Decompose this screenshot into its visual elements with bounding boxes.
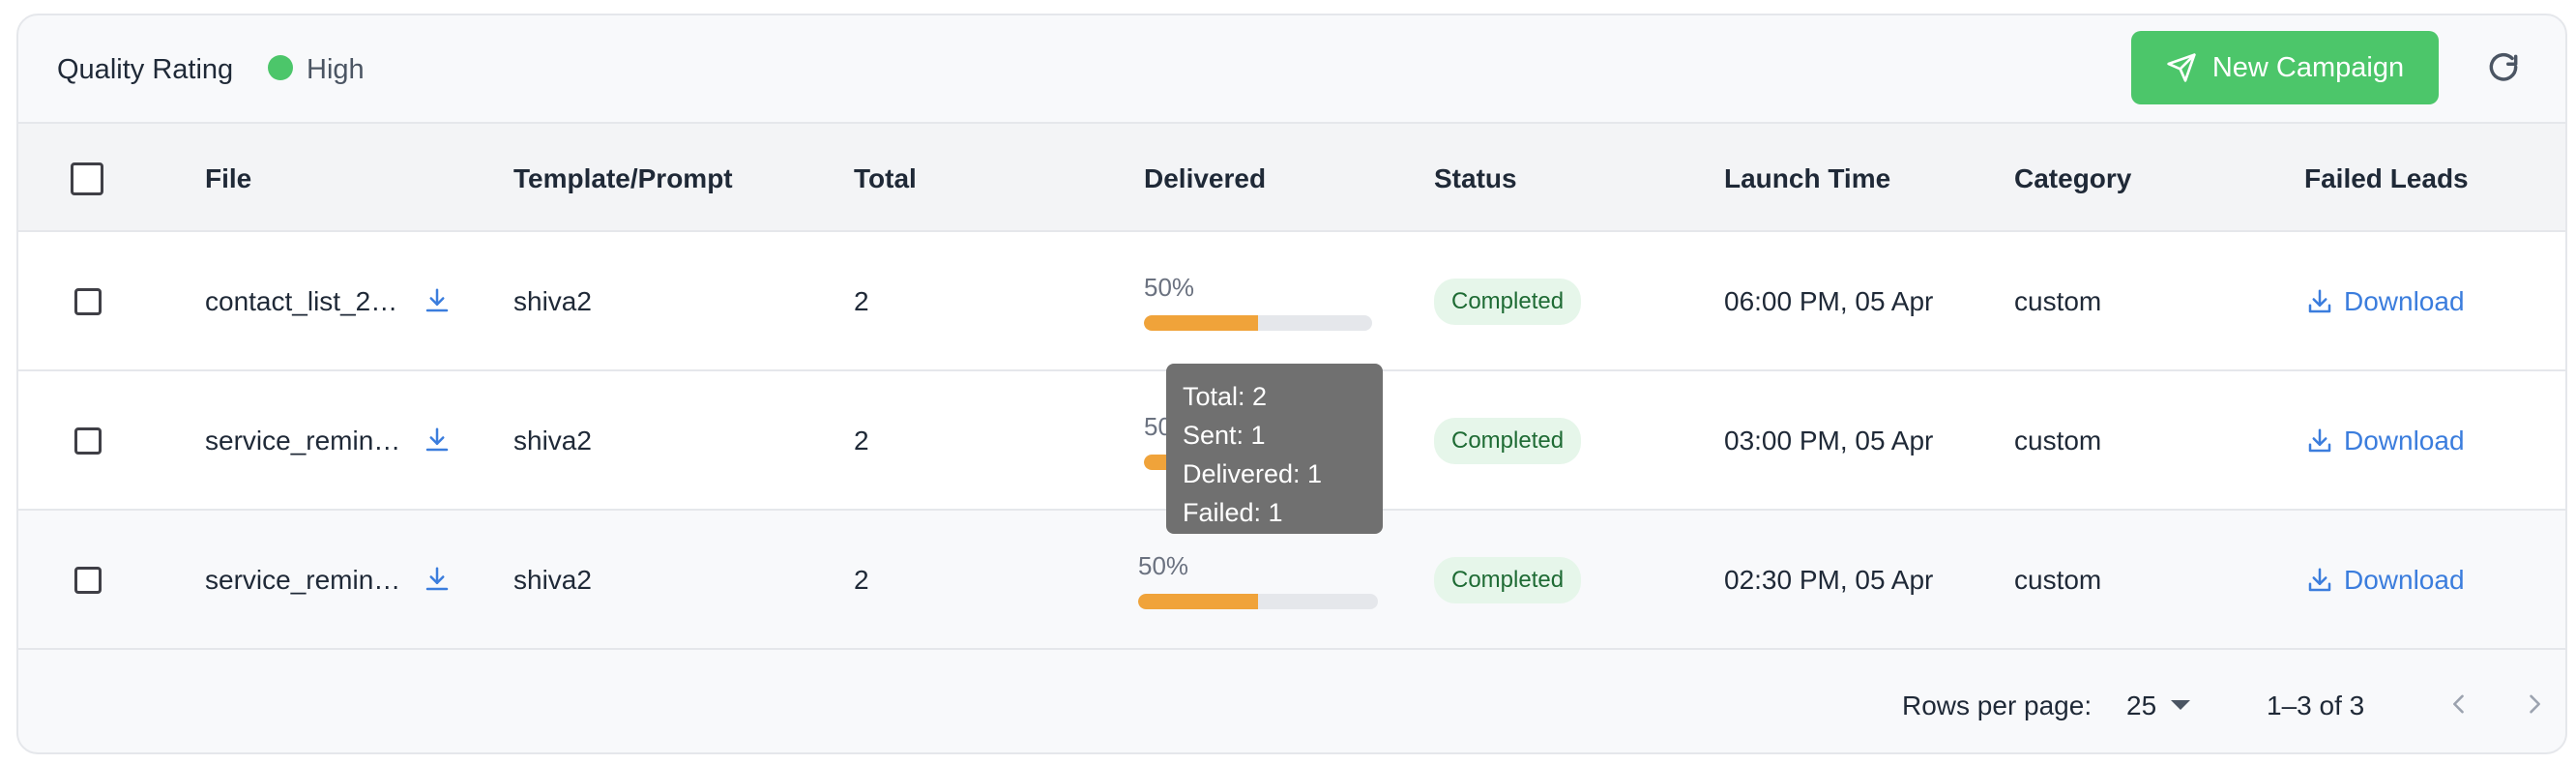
status-badge: Completed: [1434, 418, 1582, 464]
refresh-button[interactable]: [2479, 44, 2528, 93]
table-row: contact_list_2… shiva2 2 50% Completed 0…: [18, 232, 2565, 371]
delivered-percent: 50%: [1138, 551, 1189, 580]
row-checkbox[interactable]: [74, 427, 102, 455]
download-file-icon[interactable]: [423, 426, 452, 455]
new-campaign-label: New Campaign: [2211, 51, 2405, 83]
table-header: File Template/Prompt Total Delivered Sta…: [18, 122, 2565, 232]
delivered-progress-fill: [1144, 315, 1258, 331]
column-header-failed-leads: Failed Leads: [2304, 163, 2469, 193]
launch-time: 06:00 PM, 05 Apr: [1724, 286, 1934, 316]
select-all-checkbox[interactable]: [71, 162, 103, 195]
toolbar: Quality Rating High New Campaign: [18, 15, 2565, 122]
column-header-template: Template/Prompt: [513, 163, 733, 193]
category: custom: [2014, 286, 2102, 316]
tooltip-sent: Sent: 1: [1183, 421, 1266, 450]
chevron-right-icon: [2530, 694, 2540, 714]
column-header-launch-time: Launch Time: [1724, 163, 1891, 193]
next-page-button[interactable]: [2517, 687, 2552, 721]
download-file-icon[interactable]: [423, 286, 452, 315]
delivered-progress-bar[interactable]: [1144, 315, 1372, 331]
download-icon: [2308, 289, 2331, 313]
template-name: shiva2: [513, 286, 592, 316]
quality-status-dot: [268, 55, 293, 80]
row-checkbox[interactable]: [74, 567, 102, 594]
download-file-icon[interactable]: [423, 565, 452, 594]
previous-page-button[interactable]: [2442, 687, 2476, 721]
template-name: shiva2: [513, 426, 592, 455]
delivered-progress-bar[interactable]: [1138, 594, 1378, 609]
template-name: shiva2: [513, 565, 592, 595]
campaigns-card: Quality Rating High New Campaign File Te…: [16, 14, 2567, 754]
new-campaign-button[interactable]: New Campaign: [2131, 31, 2439, 104]
column-header-status: Status: [1434, 163, 1517, 193]
failed-leads-download-link[interactable]: Download: [2305, 565, 2465, 596]
caret-down-icon[interactable]: [2171, 700, 2190, 710]
category: custom: [2014, 426, 2102, 455]
send-icon: [2167, 53, 2196, 82]
file-name: service_remin…: [205, 426, 401, 455]
tooltip-delivered: Delivered: 1: [1183, 459, 1323, 488]
status-badge: Completed: [1434, 557, 1582, 603]
download-icon: [2308, 568, 2331, 592]
rows-per-page-select[interactable]: 25: [2126, 691, 2156, 721]
chevron-left-icon: [2453, 694, 2464, 714]
status-badge: Completed: [1434, 279, 1582, 325]
delivered-percent: 50%: [1144, 273, 1195, 302]
file-name: contact_list_2…: [205, 286, 398, 316]
download-label: Download: [2344, 426, 2465, 455]
tooltip-failed: Failed: 1: [1183, 498, 1283, 527]
download-icon: [2308, 428, 2331, 453]
file-name: service_remin…: [205, 565, 401, 595]
delivered-progress-fill: [1138, 594, 1258, 609]
quality-rating-label: Quality Rating: [57, 54, 234, 85]
launch-time: 03:00 PM, 05 Apr: [1724, 426, 1934, 455]
column-header-file: File: [205, 163, 252, 193]
launch-time: 02:30 PM, 05 Apr: [1724, 565, 1934, 595]
pagination-range: 1–3 of 3: [2267, 691, 2365, 720]
rows-per-page-label: Rows per page:: [1902, 691, 2093, 720]
delivery-stats-tooltip: Total: 2 Sent: 1 Delivered: 1 Failed: 1: [1166, 364, 1383, 534]
download-label: Download: [2344, 565, 2465, 595]
total-count: 2: [854, 286, 869, 316]
refresh-icon: [2489, 52, 2518, 81]
column-header-delivered: Delivered: [1144, 163, 1267, 193]
category: custom: [2014, 565, 2102, 595]
failed-leads-download-link[interactable]: Download: [2305, 426, 2465, 456]
total-count: 2: [854, 565, 869, 595]
quality-rating-value: High: [307, 54, 365, 85]
tooltip-total: Total: 2: [1183, 382, 1268, 411]
failed-leads-download-link[interactable]: Download: [2305, 286, 2465, 317]
pagination-footer: Rows per page: 25 1–3 of 3: [18, 650, 2565, 752]
download-label: Download: [2344, 286, 2465, 316]
column-header-category: Category: [2014, 163, 2132, 193]
total-count: 2: [854, 426, 869, 455]
column-header-total: Total: [854, 163, 917, 193]
row-checkbox[interactable]: [74, 288, 102, 315]
